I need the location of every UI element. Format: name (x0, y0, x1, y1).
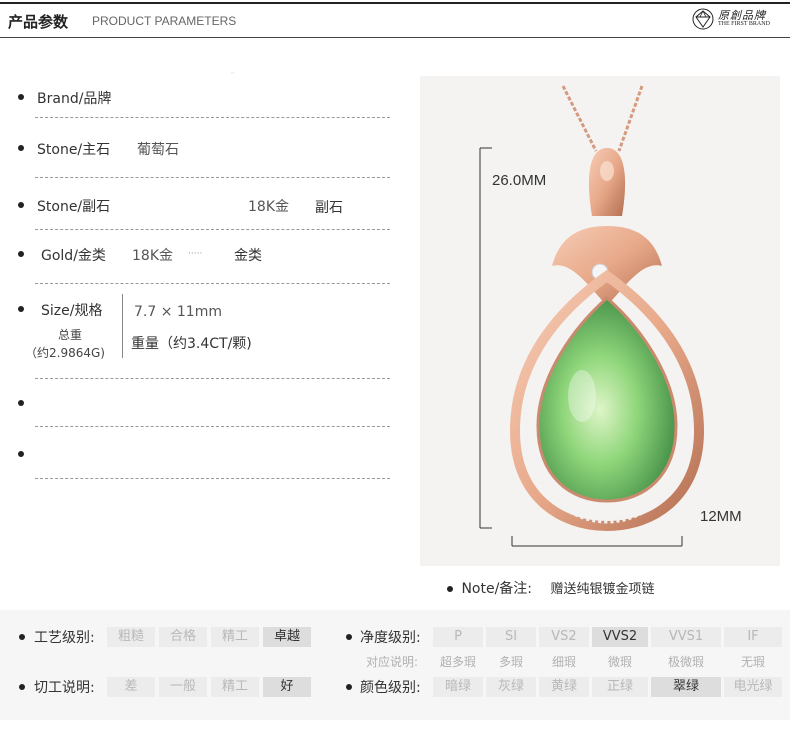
clarity-desc: 极微瑕 (667, 655, 704, 669)
bullet-icon (18, 251, 24, 257)
color-option: 黄绿 (539, 677, 589, 697)
faint-mark: ˉ (230, 72, 235, 83)
stone-main-label: Stone/主石 (37, 142, 111, 158)
color-label: 颜色级别: (360, 680, 421, 696)
bullet-icon (346, 634, 352, 640)
gold-value-2: 金类 (234, 248, 262, 264)
logo-text-en: THE FIRST BRAND (718, 21, 770, 27)
bullet-icon (18, 94, 24, 100)
bullet-icon (447, 586, 453, 592)
size-value: 7.7 × 11mm (134, 304, 222, 320)
stone-side-label: Stone/副石 (37, 199, 111, 215)
stone-side-value-2: 副石 (315, 200, 343, 216)
bullet-icon (18, 306, 24, 312)
weight-value: 重量（约3.4CT/颗) (131, 336, 252, 352)
divider (35, 478, 390, 479)
divider (35, 229, 390, 230)
bullet-icon (346, 684, 352, 690)
size-label: Size/规格 (41, 303, 103, 319)
clarity-desc: 多瑕 (498, 655, 523, 669)
page-header: 产品参数 PRODUCT PARAMETERS 原創品牌 THE FIRST B… (0, 0, 790, 38)
gold-value-1: 18K金 (132, 248, 173, 264)
clarity-desc: 无瑕 (740, 655, 765, 669)
craft-option: 粗糙 (107, 627, 155, 647)
color-option: 正绿 (592, 677, 648, 697)
color-option: 电光绿 (724, 677, 782, 697)
clarity-option: P (433, 627, 483, 647)
divider (35, 283, 390, 284)
bullet-icon (18, 145, 24, 151)
clarity-option: IF (724, 627, 782, 647)
bullet-icon (18, 400, 24, 406)
craft-option: 精工 (211, 627, 259, 647)
bullet-icon (18, 451, 24, 457)
craft-option-selected: 卓越 (263, 627, 311, 647)
size-separator (122, 294, 123, 358)
note-text: 赠送纯银镀金项链 (550, 582, 655, 597)
faint-mark: ····· (188, 249, 203, 259)
gold-label: Gold/金类 (41, 248, 106, 264)
stone-side-value-1: 18K金 (248, 199, 289, 215)
divider (35, 117, 390, 118)
width-dimension: 12MM (700, 508, 742, 525)
divider (35, 177, 390, 178)
section-title-cn: 产品参数 (8, 13, 69, 31)
craft-label: 工艺级别: (34, 630, 95, 646)
color-option-selected: 翠绿 (651, 677, 721, 697)
color-option: 暗绿 (433, 677, 483, 697)
stone-main-value: 葡萄石 (137, 142, 179, 158)
divider (35, 378, 390, 379)
bullet-icon (19, 634, 25, 640)
pendant-illustration (479, 85, 705, 547)
clarity-desc-label: 对应说明: (366, 655, 419, 669)
clarity-option-selected: VVS2 (592, 627, 648, 647)
color-option: 灰绿 (486, 677, 536, 697)
bullet-icon (19, 684, 25, 690)
clarity-option: VVS1 (651, 627, 721, 647)
spec-list: Brand/品牌 ˉ Stone/主石 葡萄石 Stone/副石 18K金 副石… (15, 60, 390, 485)
bullet-icon (18, 202, 24, 208)
section-title-en: PRODUCT PARAMETERS (92, 14, 237, 28)
cut-option: 精工 (211, 677, 259, 697)
diamond-logo-icon (692, 8, 714, 30)
clarity-label: 净度级别: (360, 630, 421, 646)
cut-label: 切工说明: (34, 680, 95, 696)
height-dimension: 26.0MM (492, 172, 547, 189)
product-photo: 26.0MM 12MM (420, 76, 780, 566)
clarity-desc: 超多瑕 (439, 655, 476, 669)
note-label: Note/备注: (461, 581, 533, 597)
weight-total: （约2.9864G) (25, 346, 105, 360)
clarity-option: VS2 (539, 627, 589, 647)
craft-option: 合格 (159, 627, 207, 647)
note: Note/备注: 赠送纯银镀金项链 (447, 578, 655, 598)
clarity-option: SI (486, 627, 536, 647)
cut-option: 差 (107, 677, 155, 697)
brand-label: Brand/品牌 (37, 91, 112, 107)
cut-option: 一般 (159, 677, 207, 697)
cut-option-selected: 好 (263, 677, 311, 697)
brand-logo: 原創品牌 THE FIRST BRAND (692, 6, 782, 32)
clarity-desc: 细瑕 (551, 655, 576, 669)
grading-table: 工艺级别: 粗糙 合格 精工 卓越 切工说明: 差 一般 精工 好 净度级别: … (0, 610, 790, 720)
header-top-rule (0, 2, 790, 4)
divider (35, 426, 390, 427)
clarity-desc: 微瑕 (607, 655, 632, 669)
weight-label: 总重 (58, 328, 83, 342)
